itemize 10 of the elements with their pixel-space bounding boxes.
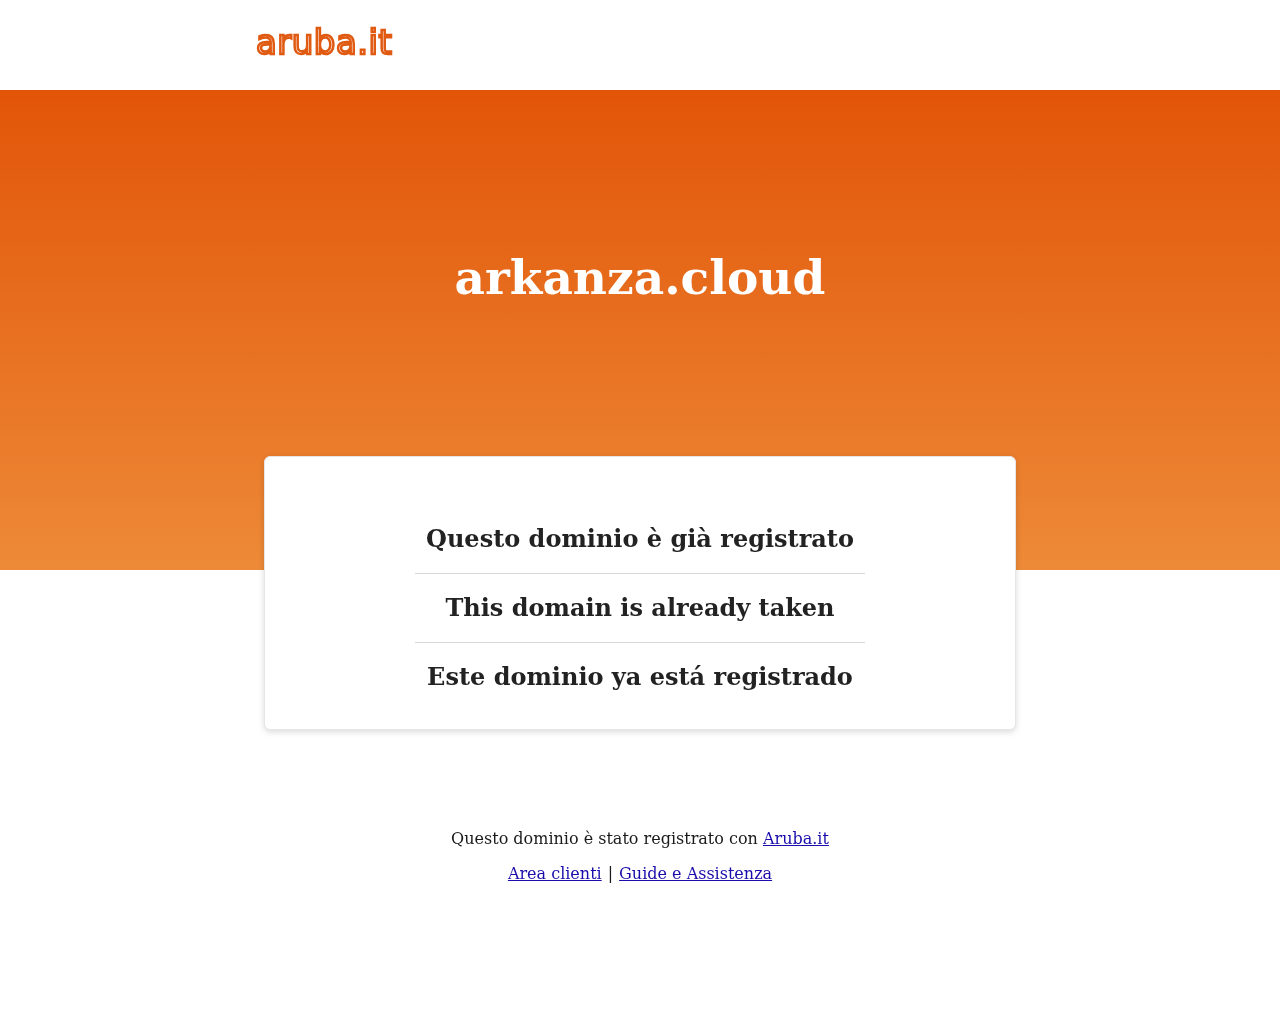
status-message: Questo dominio è già registrato — [426, 523, 854, 555]
aruba-link[interactable]: Aruba.it — [763, 829, 829, 848]
footer-link[interactable]: Area clienti — [507, 863, 602, 885]
status-message: This domain is already taken — [445, 592, 835, 624]
domain-title: arkanza.cloud — [454, 249, 826, 307]
separator-text: | — [607, 863, 614, 885]
logo: aruba.it — [256, 25, 393, 59]
footer-link[interactable]: Guide e Assistenza — [619, 863, 773, 885]
registration-note: Questo dominio è stato registrato con Aruba.it — [451, 828, 829, 850]
status-message: Este dominio ya está registrado — [427, 661, 853, 693]
